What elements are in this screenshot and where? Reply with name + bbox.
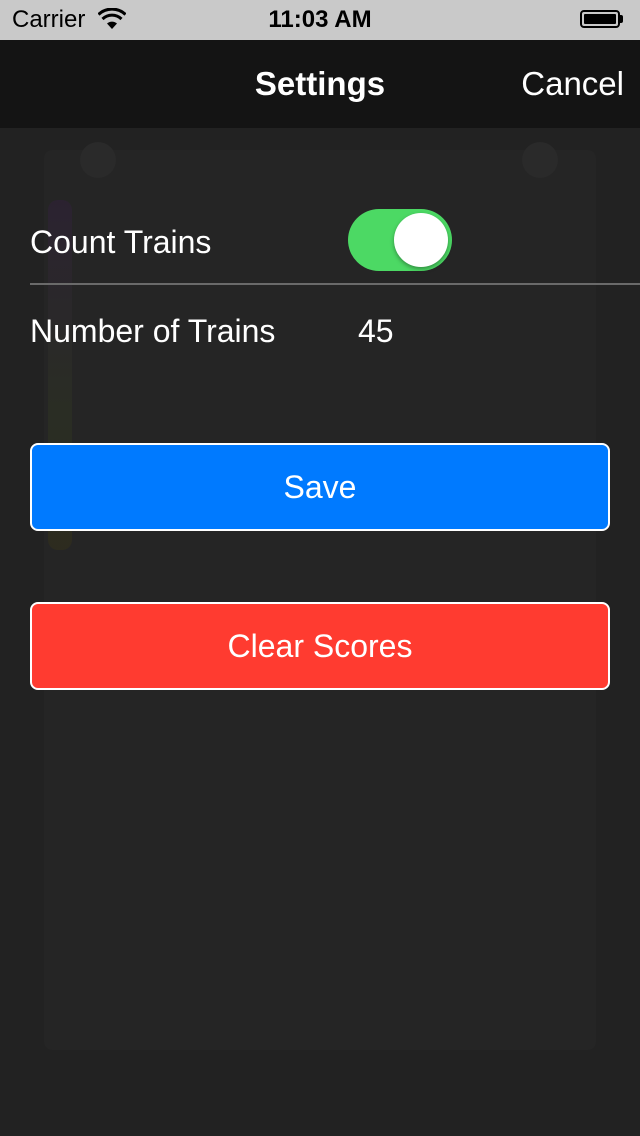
divider <box>30 283 640 285</box>
cancel-button[interactable]: Cancel <box>521 40 624 128</box>
background-decoration <box>80 142 116 178</box>
count-trains-label: Count Trains <box>30 224 212 260</box>
number-of-trains-label: Number of Trains <box>30 313 276 349</box>
status-time: 11:03 AM <box>268 6 372 33</box>
number-of-trains-value[interactable]: 45 <box>358 311 394 351</box>
status-bar: Carrier 11:03 AM <box>0 0 640 40</box>
save-button[interactable]: Save <box>30 443 610 531</box>
navigation-bar: Settings Cancel <box>0 40 640 128</box>
background-decoration <box>522 142 558 178</box>
battery-icon <box>580 10 624 30</box>
toggle-knob <box>394 213 448 267</box>
clear-scores-button[interactable]: Clear Scores <box>30 602 610 690</box>
background-content <box>44 150 596 1050</box>
count-trains-toggle[interactable] <box>348 209 452 271</box>
